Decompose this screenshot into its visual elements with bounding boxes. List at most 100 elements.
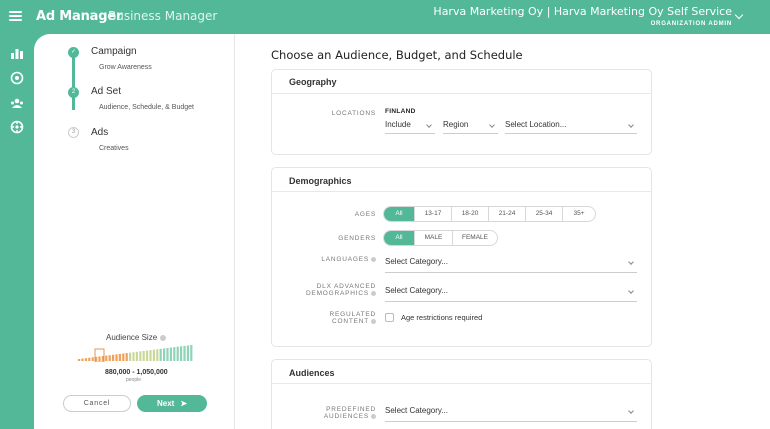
- audience-meter-bar: [118, 353, 121, 361]
- audience-meter-bar: [156, 349, 159, 361]
- audience-meter-bar: [142, 350, 145, 361]
- audience-meter-bar: [152, 349, 155, 361]
- organization-switcher[interactable]: Harva Marketing Oy | Harva Marketing Oy …: [433, 5, 732, 27]
- location-select[interactable]: Select Location...: [505, 120, 637, 134]
- genders-label: GENDERS: [338, 235, 376, 242]
- location-country: FINLAND: [385, 108, 416, 115]
- genders-option[interactable]: FEMALE: [453, 231, 497, 245]
- audience-meter-bar: [146, 350, 149, 361]
- audience-meter-bar: [149, 350, 152, 361]
- audience-size-label: Audience Size: [106, 333, 167, 342]
- audience-meter-bar: [98, 356, 101, 361]
- step-adset-subtitle: Audience, Schedule, & Budget: [99, 104, 194, 111]
- audience-meter-bar: [183, 345, 186, 361]
- chevron-down-icon: [426, 122, 432, 128]
- audience-meter-bar: [159, 348, 162, 361]
- settings-icon[interactable]: [10, 120, 24, 134]
- audience-meter-bar: [88, 357, 91, 361]
- audience-meter-bar: [112, 354, 115, 361]
- audience-icon[interactable]: [10, 96, 24, 110]
- ages-option[interactable]: 21-24: [489, 207, 526, 221]
- audience-meter-bar: [180, 346, 183, 361]
- step-adset-marker: 2: [68, 87, 79, 98]
- ages-option[interactable]: 35+: [563, 207, 595, 221]
- age-restrictions-checkbox[interactable]: [385, 313, 394, 322]
- audience-meter-bar: [139, 351, 142, 361]
- languages-select[interactable]: Select Category...: [385, 257, 637, 273]
- audience-meter-bar: [169, 347, 172, 361]
- predefined-audiences-select[interactable]: Select Category...: [385, 406, 637, 422]
- info-icon[interactable]: [371, 290, 376, 296]
- chevron-down-icon: [628, 122, 634, 128]
- demographics-card: Demographics AGES All 13-17 18-20 21-24 25-3…: [271, 167, 652, 347]
- ages-option[interactable]: All: [384, 207, 415, 221]
- audience-meter-bar: [190, 345, 193, 361]
- audience-meter-bar: [132, 352, 135, 361]
- campaign-icon[interactable]: [10, 71, 24, 85]
- ages-option[interactable]: 13-17: [415, 207, 452, 221]
- step-ads-marker: 3: [68, 127, 79, 138]
- audience-meter-bar: [108, 355, 111, 361]
- audience-meter-bar: [135, 351, 138, 361]
- genders-segmented-control[interactable]: All MALE FEMALE: [383, 230, 498, 246]
- page-title: Choose an Audience, Budget, and Schedule: [271, 48, 523, 62]
- menu-icon[interactable]: [9, 11, 22, 21]
- step-navigator: ✓ Campaign Grow Awareness 2 Ad Set Audie…: [34, 34, 235, 429]
- region-select[interactable]: Region: [443, 120, 498, 134]
- step-campaign-title[interactable]: Campaign: [91, 46, 137, 57]
- chevron-down-icon: [628, 259, 634, 265]
- audience-size-meter: [78, 345, 193, 362]
- ages-option[interactable]: 25-34: [526, 207, 563, 221]
- genders-option[interactable]: All: [384, 231, 415, 245]
- info-icon[interactable]: [160, 334, 167, 341]
- info-icon[interactable]: [371, 413, 376, 419]
- ages-label: AGES: [354, 211, 376, 218]
- ages-option[interactable]: 18-20: [452, 207, 489, 221]
- demographics-header: Demographics: [272, 168, 651, 192]
- arrow-right-icon: ➤: [180, 399, 188, 408]
- organization-role: ORGANIZATION ADMIN: [650, 21, 732, 27]
- audience-meter-bar: [122, 353, 125, 361]
- step-adset-title[interactable]: Ad Set: [91, 86, 121, 97]
- dlx-demographics-select[interactable]: Select Category...: [385, 286, 637, 302]
- audience-meter-bar: [78, 359, 81, 361]
- audiences-card: Audiences PREDEFINED AUDIENCES Select Cat…: [271, 359, 652, 429]
- audience-meter-bar: [173, 347, 176, 361]
- next-button[interactable]: Next ➤: [137, 395, 207, 412]
- audience-meter-bar: [84, 358, 87, 361]
- step-campaign-check-icon: ✓: [68, 47, 79, 58]
- chevron-down-icon: [489, 122, 495, 128]
- languages-label: LANGUAGES: [272, 256, 376, 263]
- info-icon[interactable]: [371, 256, 376, 262]
- chevron-down-icon: [628, 408, 634, 414]
- business-manager-link[interactable]: Business Manager: [108, 9, 217, 23]
- genders-option[interactable]: MALE: [415, 231, 453, 245]
- organization-name: Harva Marketing Oy | Harva Marketing Oy …: [433, 5, 732, 18]
- info-icon[interactable]: [371, 318, 376, 324]
- step-campaign-subtitle: Grow Awareness: [99, 64, 152, 71]
- ages-segmented-control[interactable]: All 13-17 18-20 21-24 25-34 35+: [383, 206, 596, 222]
- audience-meter-bar: [176, 346, 179, 361]
- dlx-demographics-label: DLX ADVANCED DEMOGRAPHICS: [305, 283, 376, 297]
- audience-meter-bar: [163, 348, 166, 361]
- chevron-down-icon[interactable]: [734, 10, 744, 20]
- audience-meter-bar: [166, 347, 169, 361]
- step-ads-subtitle: Creatives: [99, 145, 129, 152]
- audience-meter-bar: [129, 352, 132, 361]
- predefined-audiences-label: PREDEFINED AUDIENCES: [323, 406, 376, 420]
- audience-size-unit: people: [126, 377, 142, 383]
- cancel-button[interactable]: Cancel: [63, 395, 131, 412]
- audiences-header: Audiences: [272, 360, 651, 384]
- top-bar: Ad Manager Business Manager Harva Market…: [0, 0, 770, 34]
- audience-meter-bar: [81, 358, 84, 361]
- age-restrictions-label[interactable]: Age restrictions required: [401, 313, 482, 322]
- audience-meter-bar: [105, 355, 108, 361]
- step-progress-line: [72, 52, 75, 110]
- chevron-down-icon: [628, 288, 634, 294]
- audience-meter-bar: [125, 353, 128, 361]
- include-select[interactable]: Include: [385, 120, 435, 134]
- step-ads-title[interactable]: Ads: [91, 127, 108, 138]
- audience-meter-bar: [186, 345, 189, 361]
- content-panel: ✓ Campaign Grow Awareness 2 Ad Set Audie…: [34, 34, 770, 429]
- bar-chart-icon[interactable]: [10, 46, 24, 60]
